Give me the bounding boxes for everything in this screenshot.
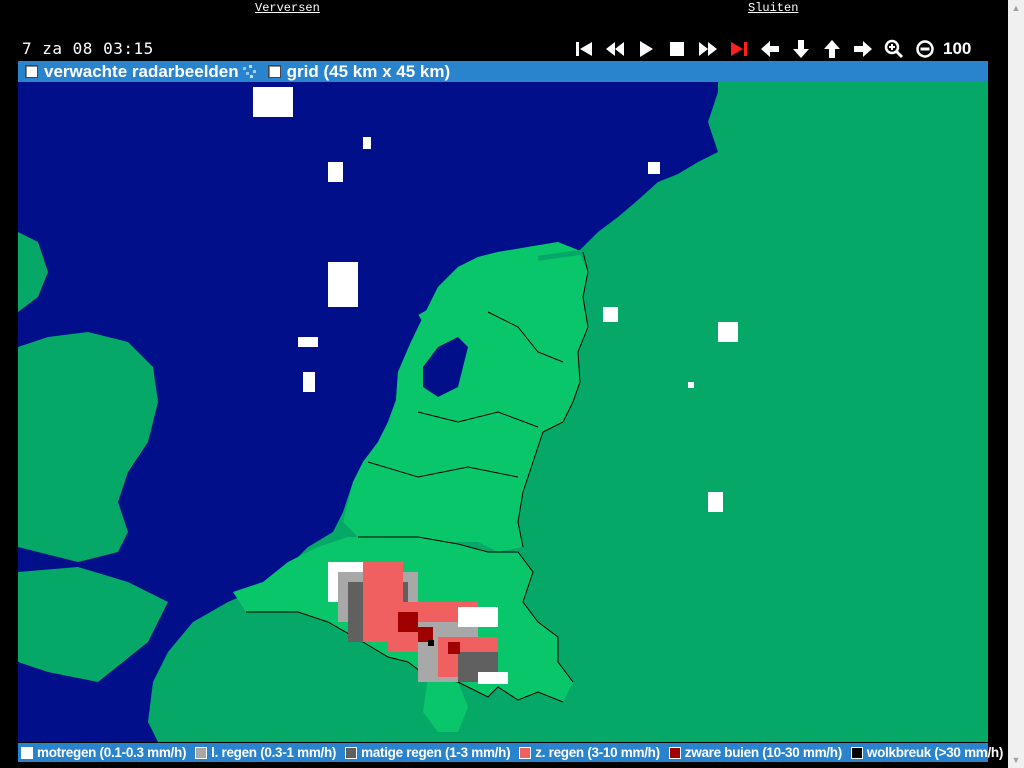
timestamp: 7 za 08 03:15 — [22, 39, 154, 58]
pan-down-icon[interactable] — [785, 37, 816, 61]
rewind-icon[interactable] — [599, 37, 630, 61]
legend-item: motregen (0.1-0.3 mm/h) — [18, 745, 186, 760]
legend-item: zware buien (10-30 mm/h) — [666, 745, 842, 760]
zoom-level: 100 — [943, 39, 972, 58]
last-frame-icon[interactable] — [723, 37, 754, 61]
rain-legend: motregen (0.1-0.3 mm/h) l. regen (0.3-1 … — [18, 743, 1003, 762]
options-bar: verwachte radarbeelden grid (45 km x 45 … — [18, 61, 988, 82]
close-link[interactable]: Sluiten — [748, 1, 798, 15]
playback-controls: 100 — [568, 37, 971, 61]
zoom-out-icon[interactable] — [909, 37, 940, 61]
legend-swatch — [850, 746, 863, 759]
first-frame-icon[interactable] — [568, 37, 599, 61]
legend-item: matige regen (1-3 mm/h) — [342, 745, 511, 760]
grid-checkbox[interactable] — [267, 65, 281, 78]
grid-label: grid (45 km x 45 km) — [286, 61, 451, 81]
britain-land — [18, 332, 158, 562]
legend-item: l. regen (0.3-1 mm/h) — [192, 745, 336, 760]
britain-south-land — [18, 567, 168, 682]
pan-up-icon[interactable] — [816, 37, 847, 61]
legend-swatch — [345, 746, 358, 759]
vertical-scrollbar[interactable]: ▲ ▼ — [1008, 0, 1024, 768]
pan-right-icon[interactable] — [847, 37, 878, 61]
zoom-in-icon[interactable] — [878, 37, 909, 61]
fast-forward-icon[interactable] — [692, 37, 723, 61]
pan-left-icon[interactable] — [754, 37, 785, 61]
legend-swatch — [668, 746, 681, 759]
legend-item: wolkbreuk (>30 mm/h) — [848, 745, 1003, 760]
rain-dots-icon — [241, 64, 261, 80]
refresh-link[interactable]: Verversen — [255, 1, 320, 15]
forecast-checkbox[interactable] — [25, 65, 38, 78]
britain-north-land — [18, 232, 48, 312]
scroll-up-icon[interactable]: ▲ — [1008, 0, 1024, 16]
legend-swatch — [519, 746, 532, 759]
play-icon[interactable] — [630, 37, 661, 61]
radar-map[interactable] — [18, 82, 988, 742]
scroll-down-icon[interactable]: ▼ — [1008, 752, 1024, 768]
forecast-label: verwachte radarbeelden — [44, 61, 239, 81]
stop-icon[interactable] — [661, 37, 692, 61]
legend-swatch — [21, 746, 33, 759]
legend-swatch — [195, 746, 208, 759]
legend-item: z. regen (3-10 mm/h) — [516, 745, 660, 760]
